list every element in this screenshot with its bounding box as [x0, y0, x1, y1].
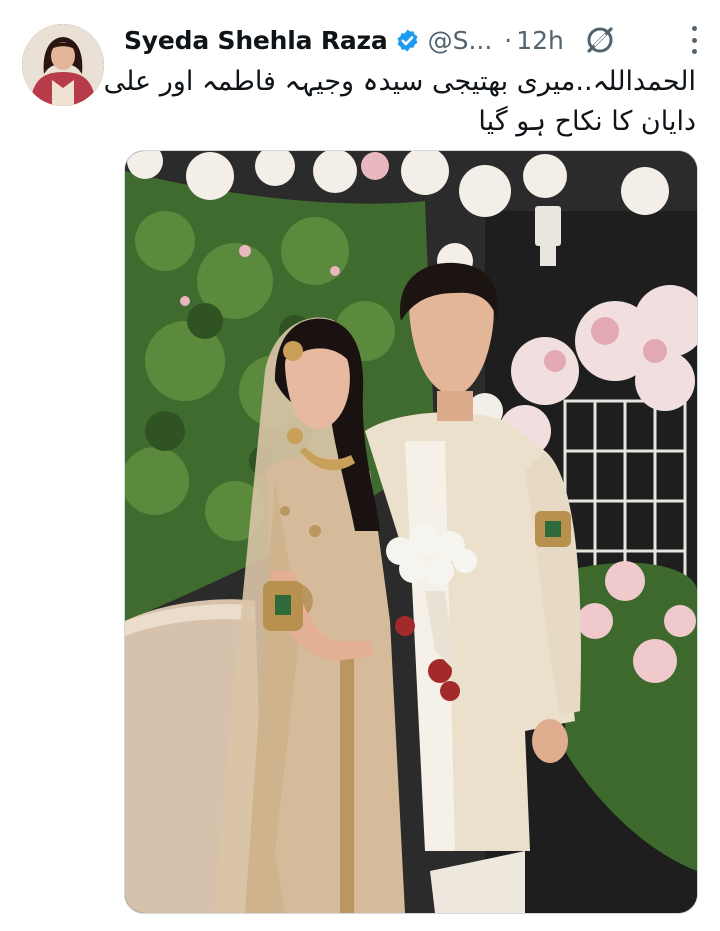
tweet-header: Syeda Shehla Raza @S... · 12h [124, 22, 700, 58]
verified-badge-icon [397, 29, 417, 51]
grok-icon[interactable] [584, 24, 616, 56]
tweet-text-line-2: دایان کا نکاح ہو گیا [478, 106, 696, 137]
tweet-text-line-1: الحمداللہ..میری بھتیجی سیدہ وجیہہ فاطمہ … [103, 66, 696, 97]
avatar[interactable] [22, 24, 104, 106]
more-options-icon[interactable] [688, 26, 700, 54]
author-handle[interactable]: @S... [428, 26, 493, 55]
author-name[interactable]: Syeda Shehla Raza [124, 26, 388, 55]
tweet-photo[interactable] [124, 150, 698, 914]
separator-dot: · [504, 25, 513, 55]
tweet-text: الحمداللہ..میری بھتیجی سیدہ وجیہہ فاطمہ … [103, 62, 696, 142]
wedding-photo [125, 151, 697, 913]
tweet-timestamp[interactable]: 12h [516, 26, 564, 55]
avatar-image [22, 24, 104, 106]
